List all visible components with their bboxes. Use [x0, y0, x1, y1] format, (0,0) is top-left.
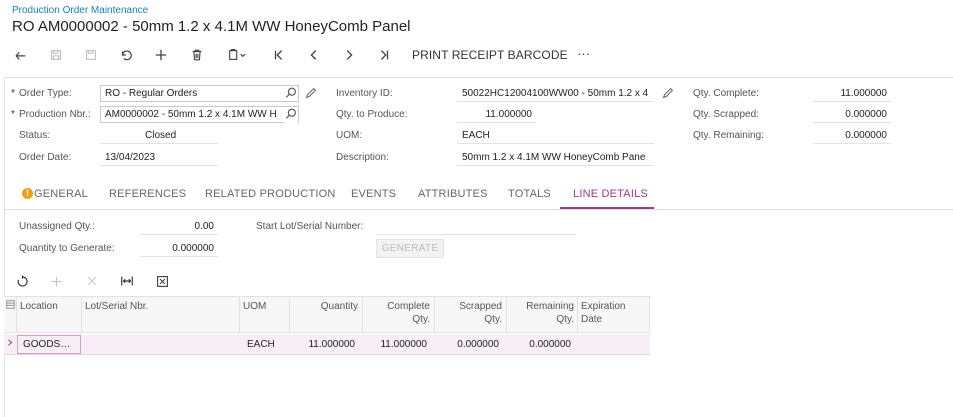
tab-related-production[interactable]: RELATED PRODUCTION: [205, 188, 336, 200]
cell-remaining-qty: 0.000000: [529, 339, 571, 350]
column-header-complete-qty[interactable]: Complete Qty.: [366, 300, 430, 326]
inventory-id-value[interactable]: 50022HC12004100WW00 - 50mm 1.2 x 4: [457, 87, 654, 102]
search-icon[interactable]: [284, 86, 298, 103]
first-record-icon[interactable]: [268, 44, 290, 66]
order-type-label: Order Type:: [19, 88, 72, 99]
uom-value: EACH: [457, 129, 654, 144]
column-header-line: Qty.: [412, 314, 430, 325]
required-marker: *: [11, 109, 15, 120]
column-divider: [577, 297, 578, 332]
qty-scrapped-value: 0.000000: [813, 108, 891, 123]
fit-columns-icon[interactable]: [119, 273, 135, 289]
export-excel-icon[interactable]: [154, 273, 170, 289]
tab-totals[interactable]: TOTALS: [508, 188, 551, 200]
description-value: 50mm 1.2 x 4.1M WW HoneyComb Pane: [457, 151, 654, 166]
column-header-line: Expiration: [581, 301, 626, 312]
required-marker: *: [11, 88, 15, 99]
undo-icon[interactable]: [115, 44, 137, 66]
cell-uom[interactable]: EACH: [247, 339, 275, 350]
description-label: Description:: [336, 152, 389, 163]
order-type-value: RO - Regular Orders: [105, 88, 198, 99]
column-header-line: Qty.: [556, 314, 574, 325]
add-icon[interactable]: [150, 44, 172, 66]
column-divider: [16, 297, 17, 332]
qty-complete-label: Qty. Complete:: [693, 88, 759, 99]
qty-to-generate-label: Quantity to Generate:: [19, 243, 115, 254]
tab-events[interactable]: EVENTS: [351, 188, 396, 200]
status-label: Status:: [19, 130, 51, 141]
column-header-line: Complete: [387, 301, 430, 312]
qty-remaining-label: Qty. Remaining:: [693, 130, 764, 141]
generate-button[interactable]: GENERATE: [376, 239, 444, 258]
start-lot-serial-label: Start Lot/Serial Number:: [256, 221, 364, 232]
unassigned-qty-label: Unassigned Qty.:: [19, 221, 95, 232]
start-lot-serial-field[interactable]: [376, 220, 576, 235]
column-header-line: Remaining: [526, 301, 574, 312]
column-divider: [239, 297, 240, 332]
copy-paste-icon[interactable]: [222, 44, 254, 66]
column-header-uom[interactable]: UOM: [243, 300, 266, 313]
order-date-value: 13/04/2023: [100, 151, 218, 166]
column-header-quantity[interactable]: Quantity: [293, 300, 358, 313]
cell-scrapped-qty: 0.000000: [457, 339, 499, 350]
refresh-icon[interactable]: [14, 273, 30, 289]
column-header-remaining-qty[interactable]: Remaining Qty.: [510, 300, 574, 326]
more-actions-button[interactable]: ···: [577, 46, 590, 61]
column-header-line: Date: [581, 314, 603, 325]
column-header-expiration-date[interactable]: Expiration Date: [581, 300, 625, 326]
order-date-label: Order Date:: [19, 152, 72, 163]
column-header-lot-serial[interactable]: Lot/Serial Nbr.: [85, 300, 148, 313]
qty-complete-value: 11.000000: [813, 87, 891, 102]
column-header-line: Qty.: [484, 314, 502, 325]
back-icon[interactable]: [10, 44, 32, 66]
previous-record-icon[interactable]: [303, 44, 325, 66]
chevron-right-icon[interactable]: [6, 338, 14, 350]
column-settings-icon[interactable]: [6, 300, 15, 312]
active-tab-indicator: [560, 207, 654, 209]
status-value: Closed: [100, 129, 218, 144]
uom-label: UOM:: [336, 130, 363, 141]
tab-general[interactable]: GENERAL: [34, 188, 88, 200]
column-divider: [81, 297, 82, 332]
cell-quantity[interactable]: 11.000000: [293, 339, 355, 350]
unassigned-qty-value: 0.00: [140, 220, 218, 235]
qty-to-produce-value: 11.000000: [457, 108, 536, 123]
cell-complete-qty: 11.000000: [380, 339, 427, 350]
column-divider: [649, 297, 650, 332]
save-icon[interactable]: [80, 44, 102, 66]
production-nbr-value: AM0000002 - 50mm 1.2 x 4.1M WW H: [105, 109, 277, 120]
column-divider: [362, 297, 363, 332]
breadcrumb[interactable]: Production Order Maintenance: [12, 5, 148, 16]
tab-references[interactable]: REFERENCES: [109, 188, 186, 200]
column-divider: [434, 297, 435, 332]
page-title: RO AM0000002 - 50mm 1.2 x 4.1M WW HoneyC…: [12, 18, 411, 35]
tab-attributes[interactable]: ATTRIBUTES: [418, 188, 488, 200]
column-divider: [289, 297, 290, 332]
search-icon[interactable]: [284, 107, 298, 124]
production-nbr-label: Production Nbr.:: [19, 109, 91, 120]
column-header-line: Scrapped: [459, 301, 502, 312]
qty-to-produce-label: Qty. to Produce:: [336, 109, 408, 120]
delete-icon[interactable]: [186, 44, 208, 66]
save-close-icon[interactable]: [45, 44, 67, 66]
production-nbr-field[interactable]: AM0000002 - 50mm 1.2 x 4.1M WW H: [100, 106, 299, 123]
order-type-field[interactable]: RO - Regular Orders: [100, 85, 299, 102]
column-divider: [506, 297, 507, 332]
inventory-id-label: Inventory ID:: [336, 88, 393, 99]
qty-scrapped-label: Qty. Scrapped:: [693, 109, 759, 120]
last-record-icon[interactable]: [373, 44, 395, 66]
delete-row-icon[interactable]: [84, 273, 100, 289]
edit-icon[interactable]: [304, 86, 318, 103]
print-receipt-barcode-button[interactable]: PRINT RECEIPT BARCODE: [412, 48, 568, 62]
warning-icon: !: [22, 188, 33, 199]
cell-location[interactable]: GOODS…: [23, 339, 70, 350]
column-header-location[interactable]: Location: [20, 300, 58, 313]
tab-line-details[interactable]: LINE DETAILS: [573, 188, 648, 200]
qty-to-generate-field[interactable]: 0.000000: [140, 242, 218, 257]
column-header-scrapped-qty[interactable]: Scrapped Qty.: [438, 300, 502, 326]
next-record-icon[interactable]: [338, 44, 360, 66]
add-row-icon[interactable]: [48, 273, 64, 289]
edit-icon[interactable]: [661, 86, 675, 103]
qty-remaining-value: 0.000000: [813, 129, 891, 144]
